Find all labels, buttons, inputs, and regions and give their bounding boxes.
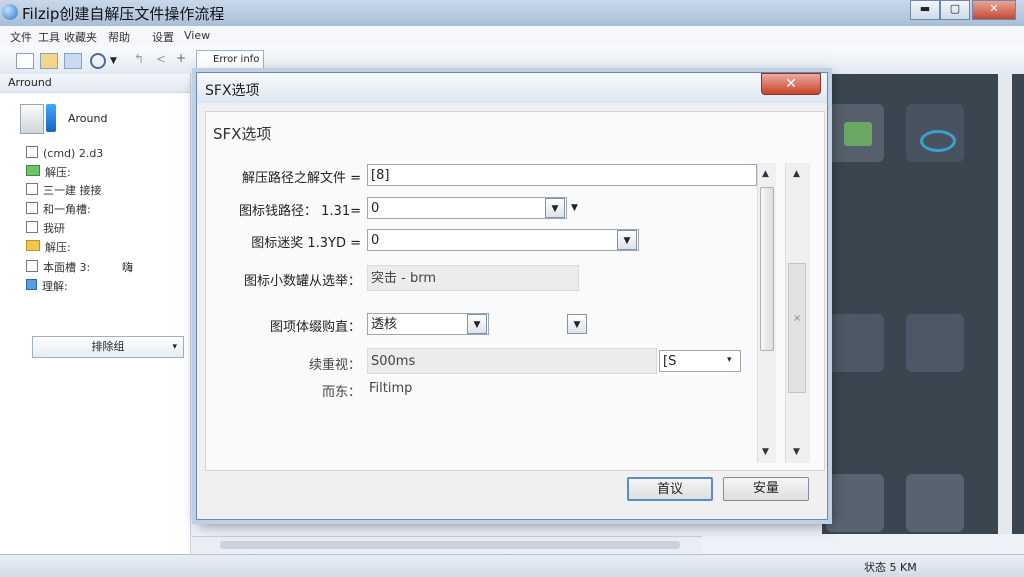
horizontal-scrollbar[interactable] [192,536,702,553]
folder-icon [26,240,40,251]
save-icon[interactable] [64,53,82,69]
icon-shortcut-label: 图标钱路径： 1.31= [239,204,361,219]
ok-button[interactable]: 首议 [627,477,713,501]
dialog-title-bar: SFX选项 ✕ [197,73,827,103]
chevron-down-icon[interactable]: ▾ [727,355,732,365]
tree-item[interactable]: 本面槽 3: [26,259,90,275]
cancel-button[interactable]: 安量 [723,477,809,501]
menu-tools[interactable]: 工具 [38,29,60,45]
add-icon[interactable]: + [176,51,186,65]
icon-select-label: 图标小数罐从选举： [243,274,361,289]
menu-bar: 文件 工具 收藏夹 帮助 设置 View [0,26,1024,47]
title-text-label: 续重视： [308,358,361,373]
scroll-down-icon[interactable]: ▼ [762,447,769,457]
extract-path-input[interactable]: [8] [367,164,757,186]
file-tile[interactable] [906,474,964,532]
main-vertical-scrollbar[interactable] [998,74,1012,534]
title-bar: Filzip创建自解压文件操作流程 ▬ ▢ ✕ [0,0,1024,27]
minimize-button[interactable]: ▬ [910,0,940,20]
checkbox-icon [26,183,38,195]
tree-item[interactable]: 我研 [26,220,65,236]
status-text: 状态 5 KM [864,561,917,574]
scroll-thumb[interactable] [220,541,680,549]
file-tile[interactable] [906,314,964,372]
tree-item[interactable]: 解压: [26,239,71,255]
left-panel: Arround Around (cmd) 2.d3 解压: 三一建 接接 和一角… [0,74,191,554]
menu-help[interactable]: 帮助 [108,29,130,45]
drive-label[interactable]: Around [68,112,107,125]
company-value: Filtimp [369,381,413,396]
checkbox-icon [26,221,38,233]
icon-select-value: 突击 - brm [367,265,579,291]
tree-item[interactable]: 和一角槽: [26,201,91,217]
tree-item[interactable]: 解压: [26,164,71,180]
scroll-up-icon[interactable]: ▲ [793,169,800,179]
panel-combo[interactable]: 排除组 ▾ [32,336,184,358]
archive-icon [844,122,872,146]
status-bar: 状态 5 KM [0,554,1024,577]
app-title: Filzip创建自解压文件操作流程 [22,5,225,23]
share-icon[interactable]: < [156,52,166,66]
outer-scroll-thumb[interactable] [788,263,806,393]
window-close-button[interactable]: ✕ [972,0,1016,20]
menu-settings[interactable]: 设置 [152,29,174,45]
title-text-value: S00ms [367,348,657,374]
search-icon[interactable] [90,53,106,69]
file-tile[interactable] [826,314,884,372]
tree-item-extra: 嗨 [122,261,133,274]
info-button[interactable]: Error info [196,50,264,70]
dropdown-arrow-icon[interactable]: ▼ [110,56,117,66]
panel-header: Arround [0,74,190,93]
icon-link-select[interactable]: 0 [367,229,639,251]
drive-icon [20,104,44,134]
tree-item[interactable]: 三一建 接接 [26,182,102,198]
toolbar: ▼ ↰ < + [0,46,1024,75]
icon-layout-label: 图项体缀购直： [269,320,361,335]
dialog-scrollbar[interactable]: ▲ ▼ [757,163,776,463]
open-folder-icon[interactable] [40,53,58,69]
document-icon [26,279,37,290]
group-title: SFX选项 [213,125,272,143]
menu-file[interactable]: 文件 [10,29,32,45]
file-tile[interactable] [826,474,884,532]
app-logo-icon [2,4,18,20]
new-file-icon[interactable] [16,53,34,69]
usb-drive-icon [46,104,56,132]
chevron-down-icon: ▾ [172,342,177,352]
scroll-down-icon[interactable]: ▼ [793,447,800,457]
chevron-down-icon[interactable]: ▼ [567,314,587,334]
cloud-icon [920,130,956,152]
tree-item[interactable]: 理解: [26,278,68,294]
chevron-down-icon[interactable]: ▼ [467,314,487,334]
chevron-down-icon[interactable]: ▼ [617,230,637,250]
dialog-title: SFX选项 [205,83,260,99]
dialog-scroll-thumb[interactable] [760,187,774,351]
checkbox-icon [26,146,38,158]
sfx-options-dialog: SFX选项 ✕ SFX选项 解压路径之解文件 = [8] 图标钱路径： 1.31… [196,72,828,520]
dropdown-arrow-icon[interactable]: ▼ [571,203,578,213]
dialog-close-button[interactable]: ✕ [761,73,821,95]
grip-icon: × [793,313,802,324]
checkbox-icon [26,260,38,272]
icon-link-label: 图标迷奖 1.3YD = [251,236,361,251]
checkbox-icon [26,202,38,214]
icon-shortcut-select[interactable]: 0 [367,197,567,219]
scroll-up-icon[interactable]: ▲ [762,169,769,179]
maximize-button[interactable]: ▢ [940,0,970,20]
back-icon[interactable]: ↰ [134,52,144,66]
extract-path-label: 解压路径之解文件 = [241,171,361,186]
company-label: 而东： [321,385,361,400]
menu-favorites[interactable]: 收藏夹 [64,29,97,45]
dialog-outer-scrollbar[interactable]: ▲ × ▼ [785,163,810,463]
menu-view[interactable]: View [184,29,210,42]
tree-item[interactable]: (cmd) 2.d3 [26,146,103,160]
chevron-down-icon[interactable]: ▼ [545,198,565,218]
folder-icon [26,165,40,176]
content-area [822,74,1024,534]
